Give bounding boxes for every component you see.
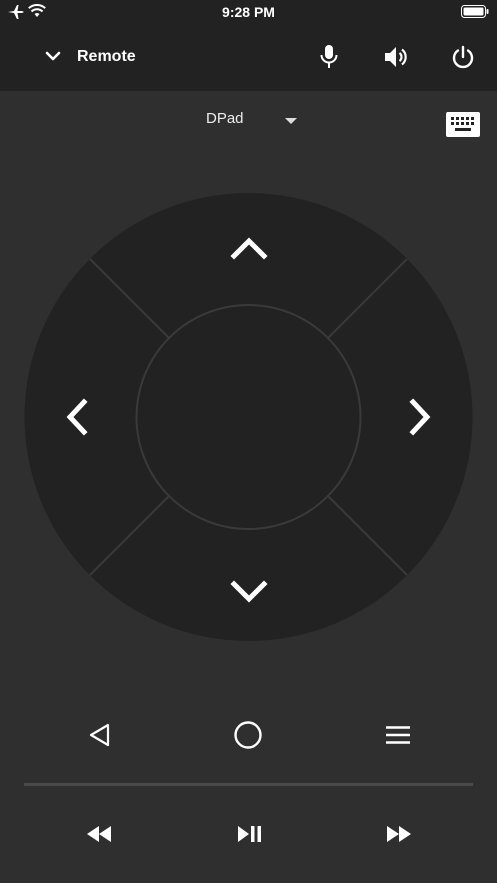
fast-forward-icon[interactable] (386, 825, 412, 843)
dpad (24, 193, 473, 641)
dpad-selector[interactable]: DPad (206, 110, 244, 127)
page-title: Remote (77, 48, 136, 65)
power-icon[interactable] (451, 45, 475, 69)
dpad-left-icon[interactable] (66, 398, 88, 436)
volume-icon[interactable] (383, 45, 409, 69)
status-time: 9:28 PM (222, 4, 275, 20)
home-icon[interactable] (233, 720, 263, 750)
dpad-divider (89, 495, 170, 576)
divider (24, 783, 473, 786)
dpad-divider (89, 258, 170, 339)
dpad-divider (327, 258, 408, 339)
menu-icon[interactable] (385, 725, 411, 745)
dpad-down-icon[interactable] (230, 580, 268, 603)
rewind-icon[interactable] (86, 825, 112, 843)
status-bar: 9:28 PM (0, 0, 497, 24)
keyboard-icon (451, 117, 474, 131)
dropdown-arrow-icon[interactable] (284, 117, 298, 125)
dpad-ring (24, 193, 473, 641)
play-pause-icon[interactable] (237, 825, 263, 843)
microphone-icon[interactable] (318, 44, 340, 70)
keyboard-button[interactable] (446, 112, 480, 137)
dpad-divider (327, 495, 408, 576)
battery-icon (461, 5, 489, 18)
back-icon[interactable] (87, 722, 111, 748)
chevron-down-icon[interactable] (44, 50, 62, 62)
dpad-right-icon[interactable] (409, 398, 431, 436)
dpad-center-button[interactable] (135, 304, 362, 530)
dpad-up-icon[interactable] (230, 237, 268, 260)
header-bar: Remote (0, 24, 497, 91)
